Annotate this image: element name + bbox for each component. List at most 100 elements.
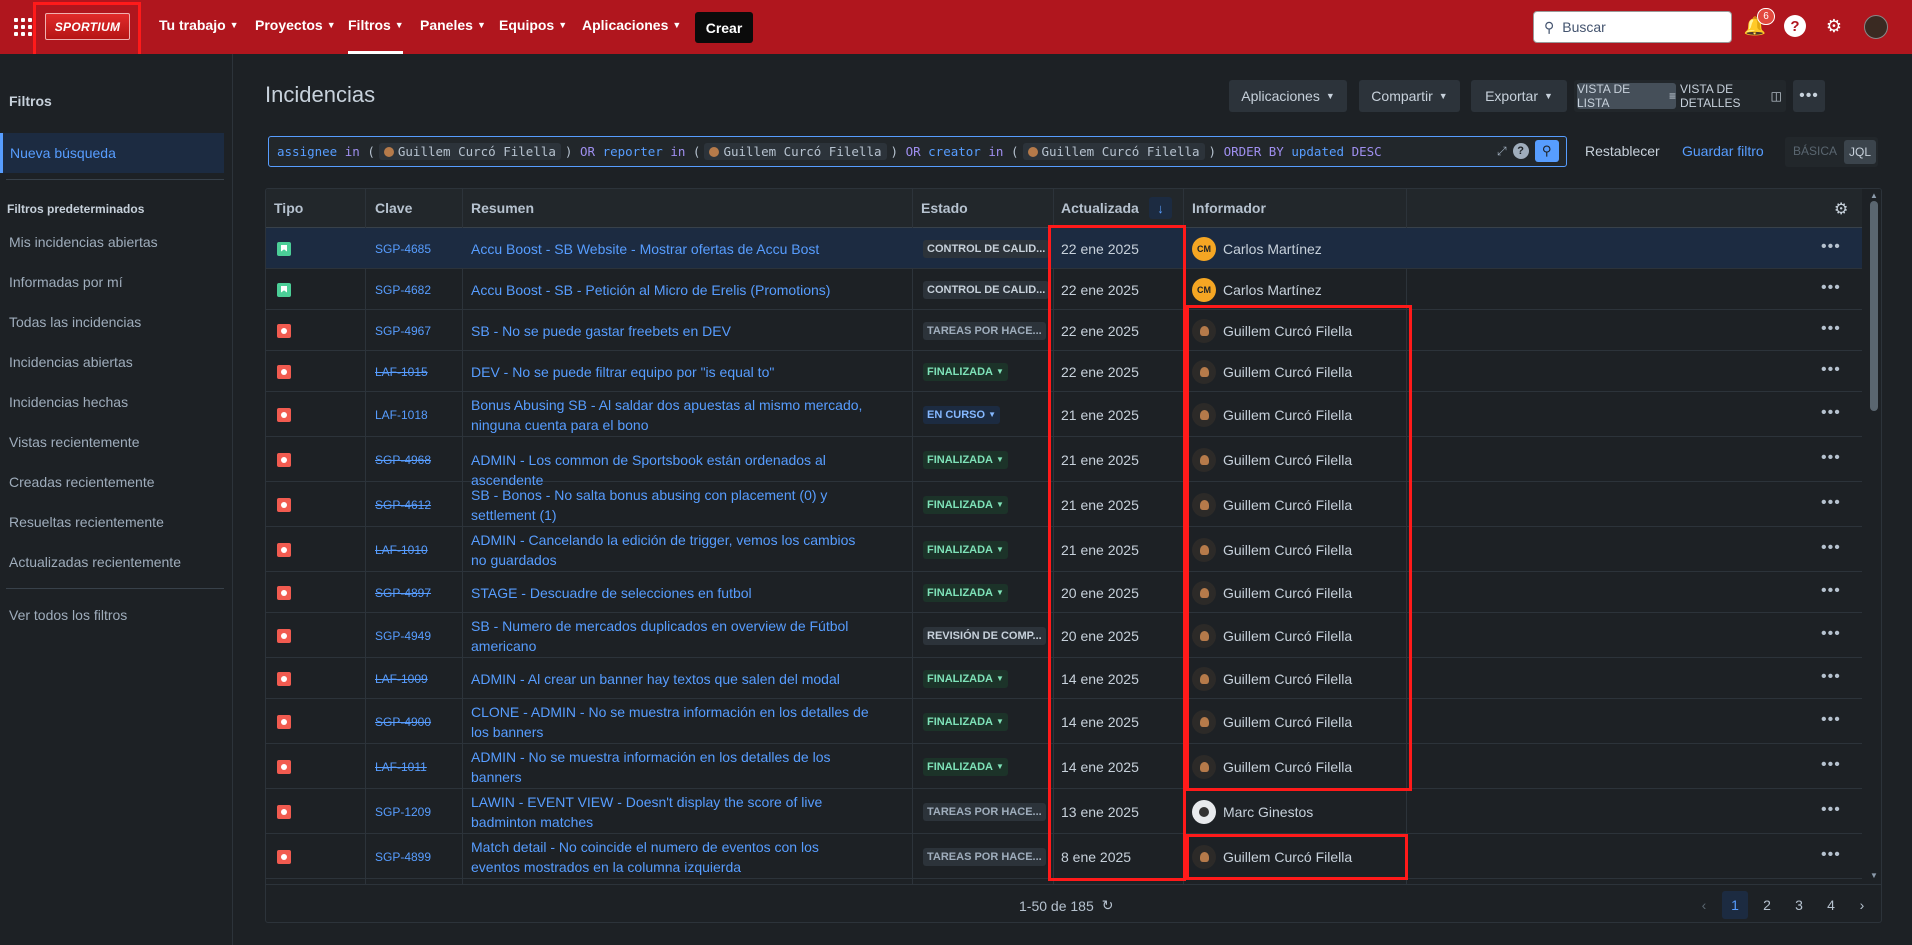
page-2-button[interactable]: 2: [1754, 891, 1780, 919]
row-more-actions-icon[interactable]: •••: [1821, 361, 1841, 379]
page-4-button[interactable]: 4: [1818, 891, 1844, 919]
row-more-actions-icon[interactable]: •••: [1821, 539, 1841, 557]
status-badge[interactable]: TAREAS POR HACE...: [923, 802, 1046, 821]
issue-key-link[interactable]: SGP-4682: [375, 283, 431, 297]
table-row[interactable]: SGP-4612 SB - Bonos - No salta bonus abus…: [266, 482, 1862, 527]
header-updated[interactable]: Actualizada: [1061, 200, 1139, 216]
next-page-icon[interactable]: ›: [1849, 891, 1875, 919]
jql-help-icon[interactable]: ?: [1512, 143, 1529, 159]
row-more-actions-icon[interactable]: •••: [1821, 449, 1841, 467]
nav-proyectos[interactable]: Proyectos ▼: [255, 17, 336, 33]
row-more-actions-icon[interactable]: •••: [1821, 494, 1841, 512]
sidebar-item-recently-created[interactable]: Creadas recientemente: [9, 474, 155, 490]
expand-icon[interactable]: ⤢: [1497, 144, 1507, 159]
issue-summary-link[interactable]: SB - No se puede gastar freebets en DEV: [471, 321, 871, 341]
status-badge[interactable]: TAREAS POR HACE...: [923, 321, 1046, 340]
nav-aplicaciones[interactable]: Aplicaciones ▼: [582, 17, 681, 33]
scroll-up-icon[interactable]: ▲: [1870, 191, 1878, 200]
status-badge[interactable]: EN CURSO ▼: [923, 405, 1000, 424]
row-more-actions-icon[interactable]: •••: [1821, 668, 1841, 686]
issue-key-link[interactable]: SGP-4968: [375, 453, 431, 467]
create-button[interactable]: Crear: [695, 12, 753, 43]
issue-summary-link[interactable]: Bonus Abusing SB - Al saldar dos apuesta…: [471, 395, 871, 435]
reset-link[interactable]: Restablecer: [1585, 143, 1660, 159]
table-row[interactable]: SGP-4897 STAGE - Descuadre de selecciones…: [266, 572, 1862, 613]
vertical-scrollbar[interactable]: ▲ ▼: [1867, 189, 1881, 884]
scrollbar-thumb[interactable]: [1870, 201, 1878, 411]
status-badge[interactable]: CONTROL DE CALID...: [923, 239, 1050, 258]
sidebar-item-done-issues[interactable]: Incidencias hechas: [9, 394, 128, 410]
status-badge[interactable]: REVISIÓN DE COMP...: [923, 626, 1046, 645]
table-row[interactable]: SGP-4949 SB - Numero de mercados duplicad…: [266, 613, 1862, 658]
share-dropdown-button[interactable]: Compartir ▼: [1359, 80, 1460, 112]
list-view-button[interactable]: VISTA DE LISTA ≡: [1577, 82, 1676, 110]
sidebar-item-reported-by-me[interactable]: Informadas por mí: [9, 274, 123, 290]
status-badge[interactable]: CONTROL DE CALID...: [923, 280, 1050, 299]
issue-key-link[interactable]: SGP-4900: [375, 715, 431, 729]
header-summary[interactable]: Resumen: [471, 200, 534, 216]
row-more-actions-icon[interactable]: •••: [1821, 625, 1841, 643]
apps-dropdown-button[interactable]: Aplicaciones ▼: [1229, 80, 1347, 112]
page-3-button[interactable]: 3: [1786, 891, 1812, 919]
status-badge[interactable]: FINALIZADA ▼: [923, 583, 1008, 602]
mode-basic-button[interactable]: BÁSICA: [1793, 144, 1837, 158]
issue-key-link[interactable]: SGP-4949: [375, 629, 431, 643]
sidebar-item-all-issues[interactable]: Todas las incidencias: [9, 314, 141, 330]
more-actions-button[interactable]: •••: [1793, 80, 1825, 112]
row-more-actions-icon[interactable]: •••: [1821, 756, 1841, 774]
sidebar-item-open-issues[interactable]: Incidencias abiertas: [9, 354, 133, 370]
column-settings-icon[interactable]: ⚙: [1834, 199, 1848, 219]
table-row[interactable]: LAF-1015 DEV - No se puede filtrar equipo…: [266, 351, 1862, 392]
row-more-actions-icon[interactable]: •••: [1821, 279, 1841, 297]
sidebar-item-recently-updated[interactable]: Actualizadas recientemente: [9, 554, 181, 570]
table-row[interactable]: SGP-4682 Accu Boost - SB - Petición al Mi…: [266, 269, 1862, 310]
jql-query-input[interactable]: assignee in ( Guillem Curcó Filella) OR …: [268, 136, 1567, 167]
issue-key-link[interactable]: LAF-1015: [375, 365, 428, 379]
prev-page-icon[interactable]: ‹: [1691, 891, 1717, 919]
header-status[interactable]: Estado: [921, 200, 968, 216]
table-row[interactable]: SGP-4900 CLONE - ADMIN - No se muestra in…: [266, 699, 1862, 744]
app-switcher-icon[interactable]: [14, 18, 32, 36]
status-badge[interactable]: FINALIZADA ▼: [923, 669, 1008, 688]
issue-key-link[interactable]: LAF-1018: [375, 408, 428, 422]
user-avatar[interactable]: [1864, 15, 1888, 39]
row-more-actions-icon[interactable]: •••: [1821, 801, 1841, 819]
row-more-actions-icon[interactable]: •••: [1821, 711, 1841, 729]
issue-key-link[interactable]: SGP-4612: [375, 498, 431, 512]
issue-key-link[interactable]: SGP-4899: [375, 850, 431, 864]
row-more-actions-icon[interactable]: •••: [1821, 320, 1841, 338]
nav-filtros[interactable]: Filtros ▼: [348, 17, 404, 33]
help-icon[interactable]: ?: [1784, 15, 1806, 37]
issue-summary-link[interactable]: CLONE - ADMIN - No se muestra informació…: [471, 702, 871, 742]
issue-key-link[interactable]: LAF-1010: [375, 543, 428, 557]
page-1-button[interactable]: 1: [1722, 891, 1748, 919]
issue-summary-link[interactable]: Accu Boost - SB Website - Mostrar oferta…: [471, 239, 871, 259]
sidebar-item-my-open[interactable]: Mis incidencias abiertas: [9, 234, 158, 250]
table-row[interactable]: LAF-1018 Bonus Abusing SB - Al saldar dos…: [266, 392, 1862, 437]
issue-key-link[interactable]: SGP-4685: [375, 242, 431, 256]
table-row[interactable]: LAF-1010 ADMIN - Cancelando la edición de…: [266, 527, 1862, 572]
issue-summary-link[interactable]: ADMIN - Al crear un banner hay textos qu…: [471, 669, 871, 689]
issue-key-link[interactable]: SGP-1209: [375, 805, 431, 819]
issue-summary-link[interactable]: DEV - No se puede filtrar equipo por "is…: [471, 362, 871, 382]
table-row[interactable]: SGP-1209 LAWIN - EVENT VIEW - Doesn't dis…: [266, 789, 1862, 834]
sidebar-item-new-search[interactable]: Nueva búsqueda: [0, 133, 224, 173]
issue-summary-link[interactable]: Accu Boost - SB - Petición al Micro de E…: [471, 280, 871, 300]
scroll-down-icon[interactable]: ▼: [1870, 871, 1878, 880]
settings-gear-icon[interactable]: ⚙: [1823, 15, 1845, 37]
table-row[interactable]: LAF-1009 ADMIN - Al crear un banner hay t…: [266, 658, 1862, 699]
table-row[interactable]: SGP-4967 SB - No se puede gastar freebets…: [266, 310, 1862, 351]
issue-summary-link[interactable]: LAWIN - EVENT VIEW - Doesn't display the…: [471, 792, 871, 832]
status-badge[interactable]: FINALIZADA ▼: [923, 495, 1008, 514]
search-input[interactable]: ⚲ Buscar: [1533, 11, 1732, 43]
status-badge[interactable]: TAREAS POR HACE...: [923, 847, 1046, 866]
header-reporter[interactable]: Informador: [1192, 200, 1266, 216]
issue-summary-link[interactable]: Match detail - No coincide el numero de …: [471, 837, 871, 877]
header-type[interactable]: Tipo: [274, 200, 303, 216]
table-row[interactable]: SGP-4968 ADMIN - Los common de Sportsbook…: [266, 437, 1862, 488]
table-row[interactable]: SGP-4685 Accu Boost - SB Website - Mostra…: [266, 228, 1862, 269]
row-more-actions-icon[interactable]: •••: [1821, 238, 1841, 256]
nav-equipos[interactable]: Equipos ▼: [499, 17, 567, 33]
save-filter-link[interactable]: Guardar filtro: [1682, 143, 1764, 159]
issue-summary-link[interactable]: ADMIN - No se muestra información en los…: [471, 747, 871, 787]
